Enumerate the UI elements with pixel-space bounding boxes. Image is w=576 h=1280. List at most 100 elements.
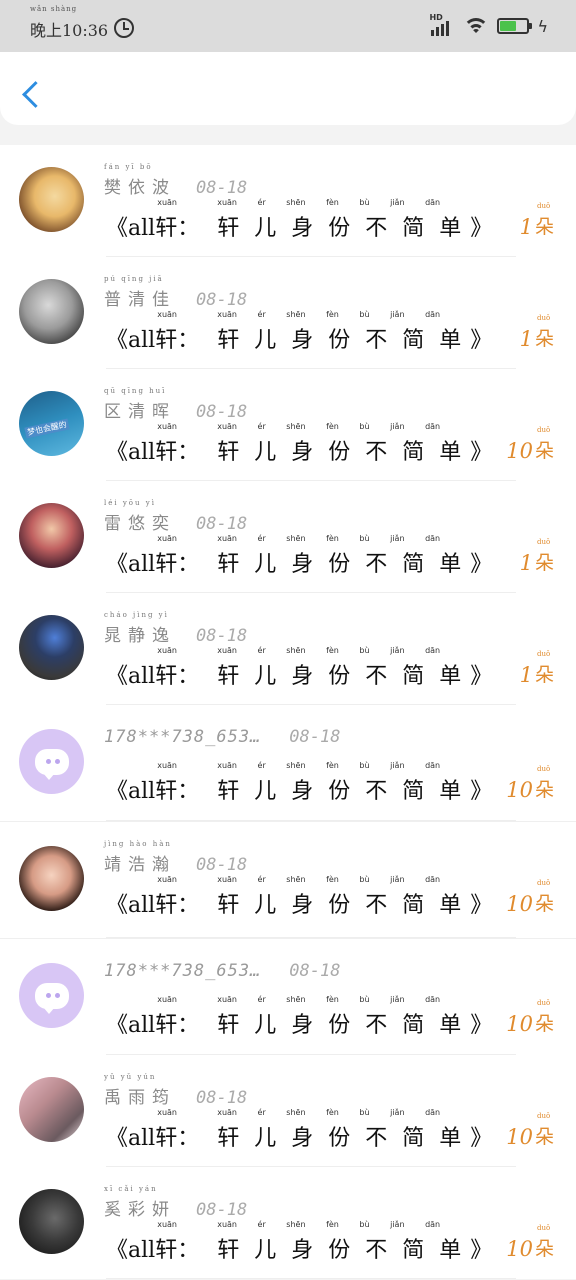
record-meta: léi yōu yì 雷悠奕 08-18 <box>104 499 247 534</box>
gift-record-row[interactable]: léi yōu yì 雷悠奕 08-18 《all xuān 轩： xuān é… <box>0 481 576 593</box>
flower-count-number: 10 <box>506 1125 533 1149</box>
back-chevron-icon[interactable] <box>20 80 44 110</box>
gift-title-chars-text: 轩儿身份不简单 <box>217 440 477 465</box>
flower-unit-pinyin: duǒ <box>536 538 551 546</box>
gift-title-prefix: 《all <box>106 552 156 577</box>
avatar-photo-sea[interactable]: 梦也会醒的 <box>19 391 84 456</box>
flower-count-unit: duǒ 朵 <box>535 314 554 351</box>
gift-title: 《all xuān 轩： xuān ér shēn fèn bù jiǎn dā… <box>106 534 492 578</box>
row-divider <box>106 820 516 821</box>
gift-record-row[interactable]: 梦也会醒的 qū qīng huī 区清晖 08-18 《all xuān 轩：… <box>0 369 576 481</box>
gift-record-row[interactable]: xī cǎi yán 奚彩妍 08-18 《all xuān 轩： xuān é… <box>0 1167 576 1279</box>
gift-title-chars-text: 轩儿身份不简单 <box>217 1238 477 1263</box>
gift-title-xuan-text: 轩： <box>155 779 200 804</box>
gift-title-chars-pinyin: xuān ér shēn fèn bù jiǎn dān <box>217 310 441 319</box>
gift-title-chars: xuān ér shēn fèn bù jiǎn dān 轩儿身份不简单 <box>217 995 476 1039</box>
sender-name-pinyin: pú qīng jiā <box>104 275 164 283</box>
gift-title-xuan-pinyin: xuān <box>157 761 177 770</box>
sender-name[interactable]: pú qīng jiā 普清佳 <box>104 275 176 310</box>
gift-title-xuan-text: 轩： <box>155 893 200 918</box>
sender-name[interactable]: jìng hào hàn 靖浩瀚 <box>104 840 176 875</box>
sender-name-pinyin: yǔ yǔ yún <box>104 1073 157 1081</box>
gift-title: 《all xuān 轩： xuān ér shēn fèn bù jiǎn dā… <box>106 875 492 919</box>
gift-title-chars-text: 轩儿身份不简单 <box>217 552 477 577</box>
flower-unit-text: 朵 <box>534 1126 554 1148</box>
sender-name[interactable]: cháo jìng yì 晁静逸 <box>104 611 176 646</box>
gift-record-row[interactable]: jìng hào hàn 靖浩瀚 08-18 《all xuān 轩： xuān… <box>0 822 576 938</box>
sender-name[interactable]: 178***738_653… <box>104 727 261 747</box>
gift-record-row[interactable]: fán yī bō 樊依波 08-18 《all xuān 轩： xuān ér… <box>0 145 576 257</box>
flower-unit-text: 朵 <box>534 1013 554 1035</box>
gift-title-xuan-text: 轩： <box>155 664 200 689</box>
sender-name[interactable]: xī cǎi yán 奚彩妍 <box>104 1185 176 1220</box>
gift-title-xuan-text: 轩： <box>155 216 200 241</box>
avatar-photo-sunglasses[interactable] <box>19 167 84 232</box>
flower-count: 1 duǒ 朵 <box>520 202 554 239</box>
gift-record-row[interactable]: 178***738_653… 08-18 《all xuān 轩： xuān é… <box>0 939 576 1055</box>
gift-title-xuan: xuān 轩： <box>155 761 200 805</box>
gift-title-xuan: xuān 轩： <box>155 310 199 354</box>
sender-name[interactable]: yǔ yǔ yún 禹雨筠 <box>104 1073 176 1108</box>
flower-count-unit: duǒ 朵 <box>535 202 554 239</box>
chat-bubble-icon <box>34 982 69 1014</box>
flower-unit-text: 朵 <box>534 664 554 686</box>
gift-title-xuan: xuān 轩： <box>155 198 200 242</box>
battery-icon <box>497 18 533 34</box>
avatar-photo-couple[interactable] <box>19 1077 84 1142</box>
flower-count-unit: duǒ 朵 <box>535 879 554 916</box>
flower-count: 10 duǒ 朵 <box>506 426 554 463</box>
gift-title: 《all xuān 轩： xuān ér shēn fèn bù jiǎn dā… <box>106 761 492 805</box>
sender-name-text: 普清佳 <box>104 290 176 310</box>
avatar-default-icon[interactable] <box>19 729 84 794</box>
gift-title-chars: xuān ér shēn fèn bù jiǎn dān 轩儿身份不简单 <box>217 310 476 354</box>
avatar-photo-phone[interactable] <box>19 279 84 344</box>
gift-title-xuan: xuān 轩： <box>155 422 199 466</box>
gift-title-xuan-pinyin: xuān <box>157 875 177 884</box>
flower-unit-text: 朵 <box>534 1238 554 1260</box>
gift-record-row[interactable]: yǔ yǔ yún 禹雨筠 08-18 《all xuān 轩： xuān ér… <box>0 1055 576 1167</box>
avatar-default-icon[interactable] <box>19 963 84 1028</box>
sender-name[interactable]: qū qīng huī 区清晖 <box>104 387 176 422</box>
flower-unit-text: 朵 <box>534 440 554 462</box>
gift-title-xuan: xuān 轩： <box>155 534 199 578</box>
avatar-photo-girl[interactable] <box>19 503 84 568</box>
gift-title-xuan-pinyin: xuān <box>157 646 177 655</box>
flower-count: 1 duǒ 朵 <box>520 538 554 575</box>
flower-unit-pinyin: duǒ <box>536 202 551 210</box>
flower-unit-text: 朵 <box>534 552 554 574</box>
gift-title-chars-text: 轩儿身份不简单 <box>217 1126 477 1151</box>
sender-name-text: 靖浩瀚 <box>104 855 176 875</box>
gift-title-chars: xuān ér shēn fèn bù jiǎn dān 轩儿身份不简单 <box>217 646 476 690</box>
gift-title-chars-pinyin: xuān ér shēn fèn bù jiǎn dān <box>217 1108 441 1117</box>
avatar-photo-cap[interactable] <box>19 615 84 680</box>
sender-name[interactable]: fán yī bō 樊依波 <box>104 163 176 198</box>
sender-name[interactable]: 178***738_653… <box>104 961 261 981</box>
avatar-photo-dark[interactable] <box>19 1189 84 1254</box>
gift-record-list: fán yī bō 樊依波 08-18 《all xuān 轩： xuān ér… <box>0 145 576 1279</box>
gift-title-prefix: 《all <box>106 1238 156 1263</box>
gift-record-row[interactable]: pú qīng jiā 普清佳 08-18 《all xuān 轩： xuān … <box>0 257 576 369</box>
flower-count-unit: duǒ 朵 <box>534 1224 554 1261</box>
sender-name-pinyin: fán yī bō <box>104 163 153 171</box>
sender-name-pinyin: xī cǎi yán <box>104 1185 158 1193</box>
gift-title-xuan: xuān 轩： <box>155 875 200 919</box>
status-right: HD ϟ <box>429 13 548 36</box>
gift-title: 《all xuān 轩： xuān ér shēn fèn bù jiǎn dā… <box>106 198 492 242</box>
gift-title: 《all xuān 轩： xuān ér shēn fèn bù jiǎn dā… <box>106 1108 492 1152</box>
flower-count-number: 10 <box>506 439 533 463</box>
gift-record-row[interactable]: 178***738_653… 08-18 《all xuān 轩： xuān é… <box>0 705 576 821</box>
charging-icon: ϟ <box>537 16 548 36</box>
flower-count-unit: duǒ 朵 <box>534 650 554 687</box>
row-divider <box>106 1278 516 1279</box>
flower-unit-text: 朵 <box>534 779 554 801</box>
avatar-photo-woman[interactable] <box>19 846 84 911</box>
signal-icon: HD <box>429 13 455 36</box>
gift-title-prefix: 《all <box>106 664 156 689</box>
flower-count-number: 10 <box>506 1237 533 1261</box>
sender-name[interactable]: léi yōu yì 雷悠奕 <box>104 499 176 534</box>
gift-title-chars-pinyin: xuān ér shēn fèn bù jiǎn dān <box>217 875 441 884</box>
sender-name-pinyin: cháo jìng yì <box>104 611 169 619</box>
gift-record-row[interactable]: cháo jìng yì 晁静逸 08-18 《all xuān 轩： xuān… <box>0 593 576 705</box>
gift-title-prefix: 《all <box>106 440 156 465</box>
gift-title-prefix: 《all <box>106 1013 156 1038</box>
